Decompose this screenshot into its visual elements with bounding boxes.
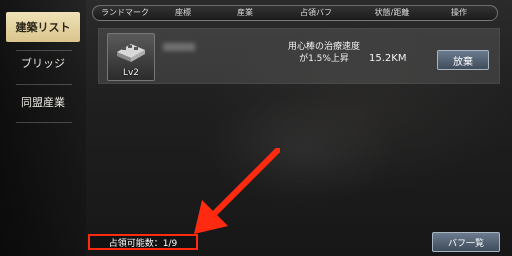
sidebar-item-label: 建築リスト [15,21,71,34]
sidebar-item-label: ブリッジ [21,57,65,70]
column-header-occupy-buff: 占領バフ [300,8,332,17]
occupy-buff-text: 用心棒の治療速度 が1.5%上昇 [269,41,379,65]
divider [16,84,72,85]
table-header: ランドマーク 座標 産業 占領バフ 状態/距離 操作 [92,5,498,21]
red-arrow-icon [194,148,280,234]
column-header-industry: 産業 [237,8,253,17]
building-level: Lv2 [122,68,140,78]
occupy-count-label: 占領可能数：1/9 [88,234,198,250]
buff-list-button[interactable]: バフ一覧 [432,232,500,252]
divider [16,122,72,123]
buff-line-2: が1.5%上昇 [299,54,349,64]
building-icon [117,44,145,62]
building-thumbnail[interactable]: Lv2 [107,33,155,81]
abandon-button[interactable]: 放棄 [437,50,489,70]
column-header-status-distance: 状態/距離 [374,8,410,17]
blurred-landmark-name [163,43,195,51]
column-header-action: 操作 [451,8,467,17]
table-row: Lv2 用心棒の治療速度 が1.5%上昇 15.2KM 放棄 [98,28,500,84]
buff-line-1: 用心棒の治療速度 [287,42,360,52]
sidebar-item-building-list[interactable]: 建築リスト [6,12,80,42]
distance-value: 15.2KM [369,53,407,64]
sidebar: 建築リスト ブリッジ 同盟産業 [0,0,86,256]
sidebar-item-label: 同盟産業 [21,96,65,109]
column-header-coordinates: 座標 [175,8,191,17]
column-header-landmark: ランドマーク [101,8,149,17]
sidebar-item-alliance-industry[interactable]: 同盟産業 [6,87,80,117]
sidebar-item-bridge[interactable]: ブリッジ [6,48,80,78]
